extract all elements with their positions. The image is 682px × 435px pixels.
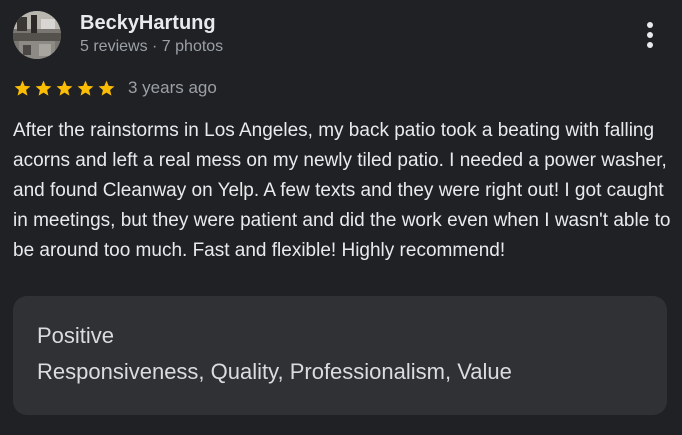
star-rating bbox=[13, 79, 116, 98]
author-avatar[interactable] bbox=[13, 11, 61, 59]
avatar-photo bbox=[13, 11, 61, 59]
rating-row: 3 years ago bbox=[13, 76, 217, 100]
author-name[interactable]: BeckyHartung bbox=[80, 10, 216, 36]
star-icon bbox=[55, 79, 74, 98]
review-date: 3 years ago bbox=[128, 78, 217, 97]
star-icon bbox=[34, 79, 53, 98]
attributes-heading: Positive bbox=[37, 323, 115, 348]
more-options-button[interactable] bbox=[634, 18, 666, 52]
more-vert-icon bbox=[647, 22, 653, 48]
author-meta: 5 reviews · 7 photos bbox=[80, 38, 224, 55]
attributes-values: Responsiveness, Quality, Professionalism… bbox=[37, 359, 512, 384]
review-text: After the rainstorms in Los Angeles, my … bbox=[13, 120, 671, 261]
review-attributes: Positive Responsiveness, Quality, Profes… bbox=[13, 296, 667, 415]
star-icon bbox=[97, 79, 116, 98]
star-icon bbox=[13, 79, 32, 98]
review-card: BeckyHartung 5 reviews · 7 photos 3 year… bbox=[0, 0, 682, 435]
star-icon bbox=[76, 79, 95, 98]
